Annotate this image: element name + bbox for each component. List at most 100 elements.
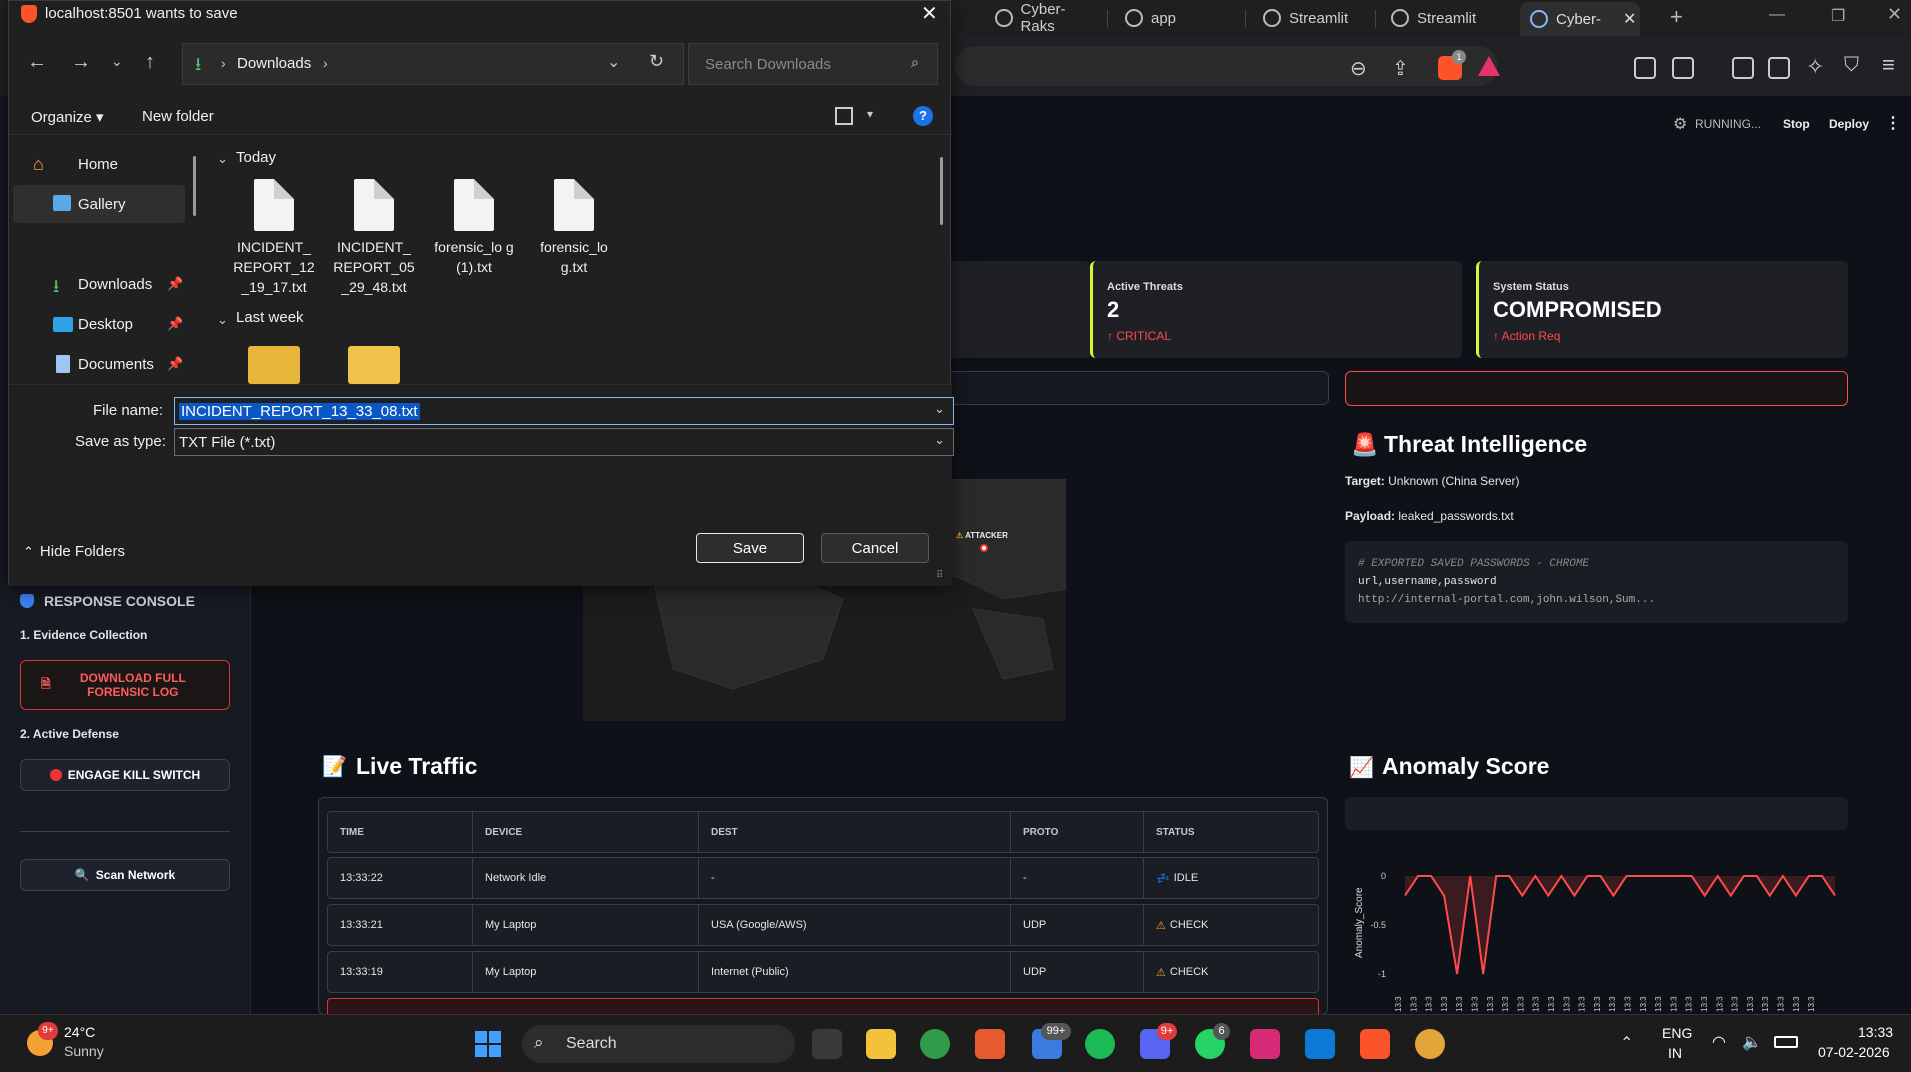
cancel-button[interactable]: Cancel <box>821 533 929 563</box>
resize-grip-icon[interactable]: ⠿ <box>936 570 943 581</box>
instagram-icon[interactable] <box>1250 1029 1280 1059</box>
tab-separator <box>1245 10 1246 28</box>
files-scrollbar[interactable] <box>940 157 943 225</box>
save-button[interactable]: Save <box>696 533 804 563</box>
region[interactable]: IN <box>1668 1045 1682 1061</box>
dialog-title: localhost:8501 wants to save <box>45 5 238 22</box>
minimize-icon[interactable]: — <box>1769 6 1785 24</box>
deploy-button[interactable]: Deploy <box>1829 117 1869 131</box>
teams-badge: 99+ <box>1041 1023 1071 1040</box>
idle-icon: 💤 <box>1156 872 1170 885</box>
chrome-canary-icon[interactable] <box>1415 1029 1445 1059</box>
download-forensic-log-button[interactable]: 🗎 DOWNLOAD FULL FORENSIC LOG <box>20 660 230 710</box>
kill-switch-button[interactable]: ENGAGE KILL SWITCH <box>20 759 230 791</box>
file-explorer-icon[interactable] <box>866 1029 896 1059</box>
sidebar-icon[interactable] <box>1732 57 1754 79</box>
nav-gallery[interactable]: Gallery <box>78 196 126 213</box>
tab-streamlit-1[interactable]: Streamlit <box>1253 4 1363 32</box>
battery-icon[interactable] <box>1774 1036 1798 1048</box>
x-tick-label: 13:3 <box>1425 996 1434 1012</box>
brave-icon[interactable] <box>1360 1029 1390 1059</box>
file-icon[interactable] <box>454 179 494 231</box>
start-icon[interactable] <box>475 1031 501 1057</box>
chrome-icon[interactable] <box>920 1029 950 1059</box>
close-tab-icon[interactable]: ✕ <box>1623 9 1636 29</box>
nav-scrollbar[interactable] <box>193 156 196 216</box>
tab-cyber-raks[interactable]: Cyber-Raks <box>985 1 1097 35</box>
weather-text: Sunny <box>64 1043 104 1059</box>
file-icon[interactable] <box>354 179 394 231</box>
vscode-icon[interactable] <box>1305 1029 1335 1059</box>
breadcrumb[interactable]: Downloads <box>237 55 311 72</box>
view-icon[interactable] <box>835 107 853 125</box>
address-bar[interactable] <box>955 46 1498 86</box>
file-icon[interactable] <box>254 179 294 231</box>
tab-separator <box>1107 10 1108 28</box>
app-menu-icon[interactable]: ⋮ <box>1885 113 1901 133</box>
tab-streamlit-2[interactable]: Streamlit <box>1381 4 1491 32</box>
path-bar[interactable]: ⭳ › Downloads › ⌄ ↻ <box>182 43 684 85</box>
reader-icon[interactable] <box>1672 57 1694 79</box>
filename-input[interactable]: INCIDENT_REPORT_13_33_08.txt ⌄ <box>174 397 954 425</box>
new-folder-button[interactable]: New folder <box>142 108 214 125</box>
up-icon[interactable]: ↑ <box>145 51 155 74</box>
language[interactable]: ENG <box>1662 1025 1692 1041</box>
menu-icon[interactable]: ≡ <box>1882 52 1895 78</box>
close-window-icon[interactable]: ✕ <box>1887 4 1902 25</box>
search-input[interactable]: Search Downloads ⌕ <box>688 43 938 85</box>
store-icon[interactable] <box>975 1029 1005 1059</box>
forward-icon[interactable]: → <box>71 51 91 74</box>
search-icon: ⌕ <box>534 1033 544 1052</box>
spotify-icon[interactable] <box>1085 1029 1115 1059</box>
file-incident-1[interactable]: INCIDENT_ REPORT_12 _19_17.txt <box>229 237 319 297</box>
taskbar-search[interactable]: ⌕ Search <box>522 1025 795 1063</box>
tab-cyber-active[interactable]: Cyber- ✕ <box>1520 2 1640 36</box>
dropdown-icon[interactable]: ⌄ <box>607 52 620 72</box>
wifi-icon[interactable]: ◠ <box>1712 1032 1726 1052</box>
nav-downloads[interactable]: Downloads <box>78 276 152 293</box>
wallet-icon[interactable] <box>1768 57 1790 79</box>
refresh-icon[interactable]: ↻ <box>649 51 664 72</box>
hide-folders-button[interactable]: ⌃ Hide Folders <box>23 543 125 560</box>
folder-icon[interactable] <box>248 346 300 384</box>
file-icon[interactable] <box>554 179 594 231</box>
organize-menu[interactable]: Organize ▾ <box>31 108 104 126</box>
help-icon[interactable]: ? <box>913 106 933 126</box>
clock-time[interactable]: 13:33 <box>1858 1024 1893 1040</box>
share-icon[interactable]: ⇪ <box>1392 56 1409 81</box>
y-axis-label: Anomaly_Score <box>1354 887 1365 958</box>
close-dialog-icon[interactable]: ✕ <box>921 1 938 26</box>
zoom-icon[interactable]: ⊖ <box>1350 56 1367 81</box>
stop-button[interactable]: Stop <box>1783 117 1810 131</box>
folder-icon[interactable] <box>348 346 400 384</box>
recent-locations-icon[interactable]: ⌄ <box>111 53 123 70</box>
type-select[interactable]: TXT File (*.txt) ⌄ <box>174 428 954 456</box>
shield-icon <box>20 594 34 608</box>
back-icon[interactable]: ← <box>27 51 47 74</box>
chevron-up-icon[interactable]: ⌃ <box>1620 1033 1633 1053</box>
leo-ai-icon[interactable]: ✧ <box>1806 54 1824 80</box>
clock-date[interactable]: 07-02-2026 <box>1818 1044 1890 1060</box>
nav-desktop[interactable]: Desktop <box>78 316 133 333</box>
document-icon: 🗎 <box>41 676 51 691</box>
collapse-lastweek-icon[interactable]: ⌄ <box>217 312 228 328</box>
restore-icon[interactable]: ❐ <box>1831 6 1845 26</box>
tab-app[interactable]: app <box>1115 4 1225 32</box>
nav-home[interactable]: Home <box>78 156 118 173</box>
task-view-icon[interactable] <box>812 1029 842 1059</box>
view-dropdown-icon[interactable]: ▾ <box>867 107 873 121</box>
brave-rewards-icon[interactable] <box>1478 56 1500 76</box>
vpn-icon[interactable]: ⛉ <box>1844 54 1859 77</box>
file-forensic-1[interactable]: forensic_lo g (1).txt <box>429 237 519 277</box>
nav-documents[interactable]: Documents <box>78 356 154 373</box>
extensions-icon[interactable] <box>1634 57 1656 79</box>
new-tab-icon[interactable]: + <box>1670 4 1683 30</box>
collapse-today-icon[interactable]: ⌄ <box>217 151 228 167</box>
file-incident-2[interactable]: INCIDENT_ REPORT_05 _29_48.txt <box>329 237 419 297</box>
volume-icon[interactable]: 🔈 <box>1742 1032 1762 1052</box>
scan-network-button[interactable]: 🔍 Scan Network <box>20 859 230 891</box>
dropdown-icon[interactable]: ⌄ <box>934 401 945 417</box>
col-status: STATUS <box>1143 812 1320 852</box>
dropdown-icon[interactable]: ⌄ <box>934 432 945 448</box>
file-forensic-2[interactable]: forensic_lo g.txt <box>529 237 619 277</box>
